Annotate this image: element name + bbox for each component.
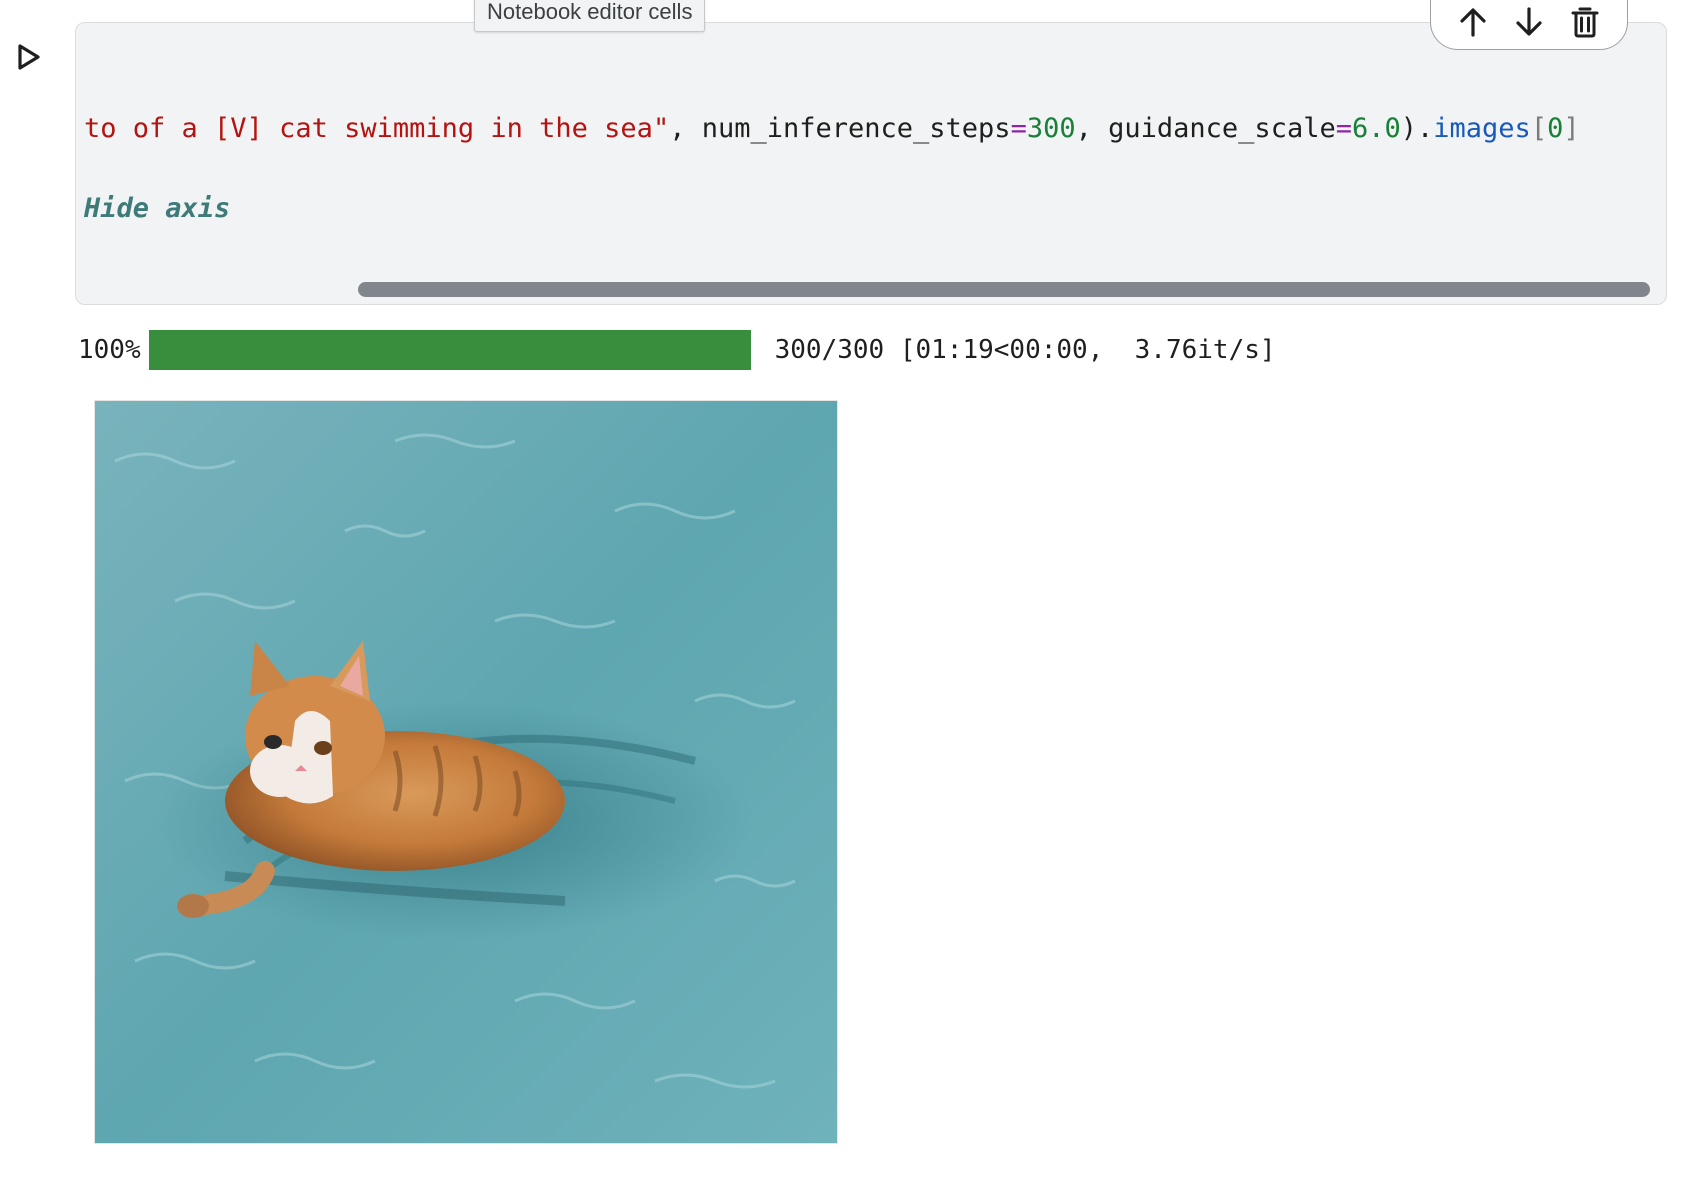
code-token-num: 300 xyxy=(1026,113,1076,144)
progress-row: 100% 300/300 [01:19<00:00, 3.76it/s] xyxy=(78,330,1276,370)
run-cell-button[interactable] xyxy=(12,40,46,74)
generated-cat-image xyxy=(94,400,838,1144)
code-token-comment: Hide axis xyxy=(84,193,231,224)
move-cell-up-button[interactable] xyxy=(1453,2,1493,42)
code-token-attr: images xyxy=(1433,113,1531,144)
progress-stats: 300/300 [01:19<00:00, 3.76it/s] xyxy=(774,335,1276,365)
scrollbar-thumb[interactable] xyxy=(358,282,1650,297)
code-token-plain: , guidance_scale xyxy=(1075,113,1336,144)
code-line[interactable]: to of a [V] cat swimming in the sea", nu… xyxy=(84,113,1580,144)
code-token-op: = xyxy=(1010,113,1027,144)
code-token-str: to of a [V] cat swimming in the sea" xyxy=(84,113,670,144)
cat-swimming-image xyxy=(95,401,837,1143)
cell-toolbar xyxy=(1430,0,1628,50)
arrow-down-icon xyxy=(1516,7,1542,36)
code-token-num: 6.0 xyxy=(1351,113,1401,144)
code-token-op: = xyxy=(1335,113,1352,144)
code-token-plain: ). xyxy=(1400,113,1434,144)
progress-percent: 100% xyxy=(78,335,141,365)
move-cell-down-button[interactable] xyxy=(1509,2,1549,42)
code-token-bracket: ] xyxy=(1563,113,1580,144)
tooltip: Notebook editor cells xyxy=(474,0,706,32)
code-cell-editor[interactable]: to of a [V] cat swimming in the sea", nu… xyxy=(75,22,1667,305)
delete-cell-button[interactable] xyxy=(1565,2,1605,42)
progress-bar xyxy=(148,330,751,370)
progress-fill xyxy=(148,330,751,370)
code-token-bracket: [ xyxy=(1530,113,1548,144)
horizontal-scrollbar[interactable] xyxy=(76,278,1666,298)
trash-icon xyxy=(1571,7,1599,38)
notebook-page: to of a [V] cat swimming in the sea", nu… xyxy=(0,0,1696,1178)
code-token-plain: , num_inference_steps xyxy=(669,113,1011,144)
play-icon xyxy=(18,44,40,70)
code-token-num: 0 xyxy=(1547,113,1564,144)
arrow-up-icon xyxy=(1460,8,1486,37)
code-line[interactable]: Hide axis xyxy=(84,193,230,224)
